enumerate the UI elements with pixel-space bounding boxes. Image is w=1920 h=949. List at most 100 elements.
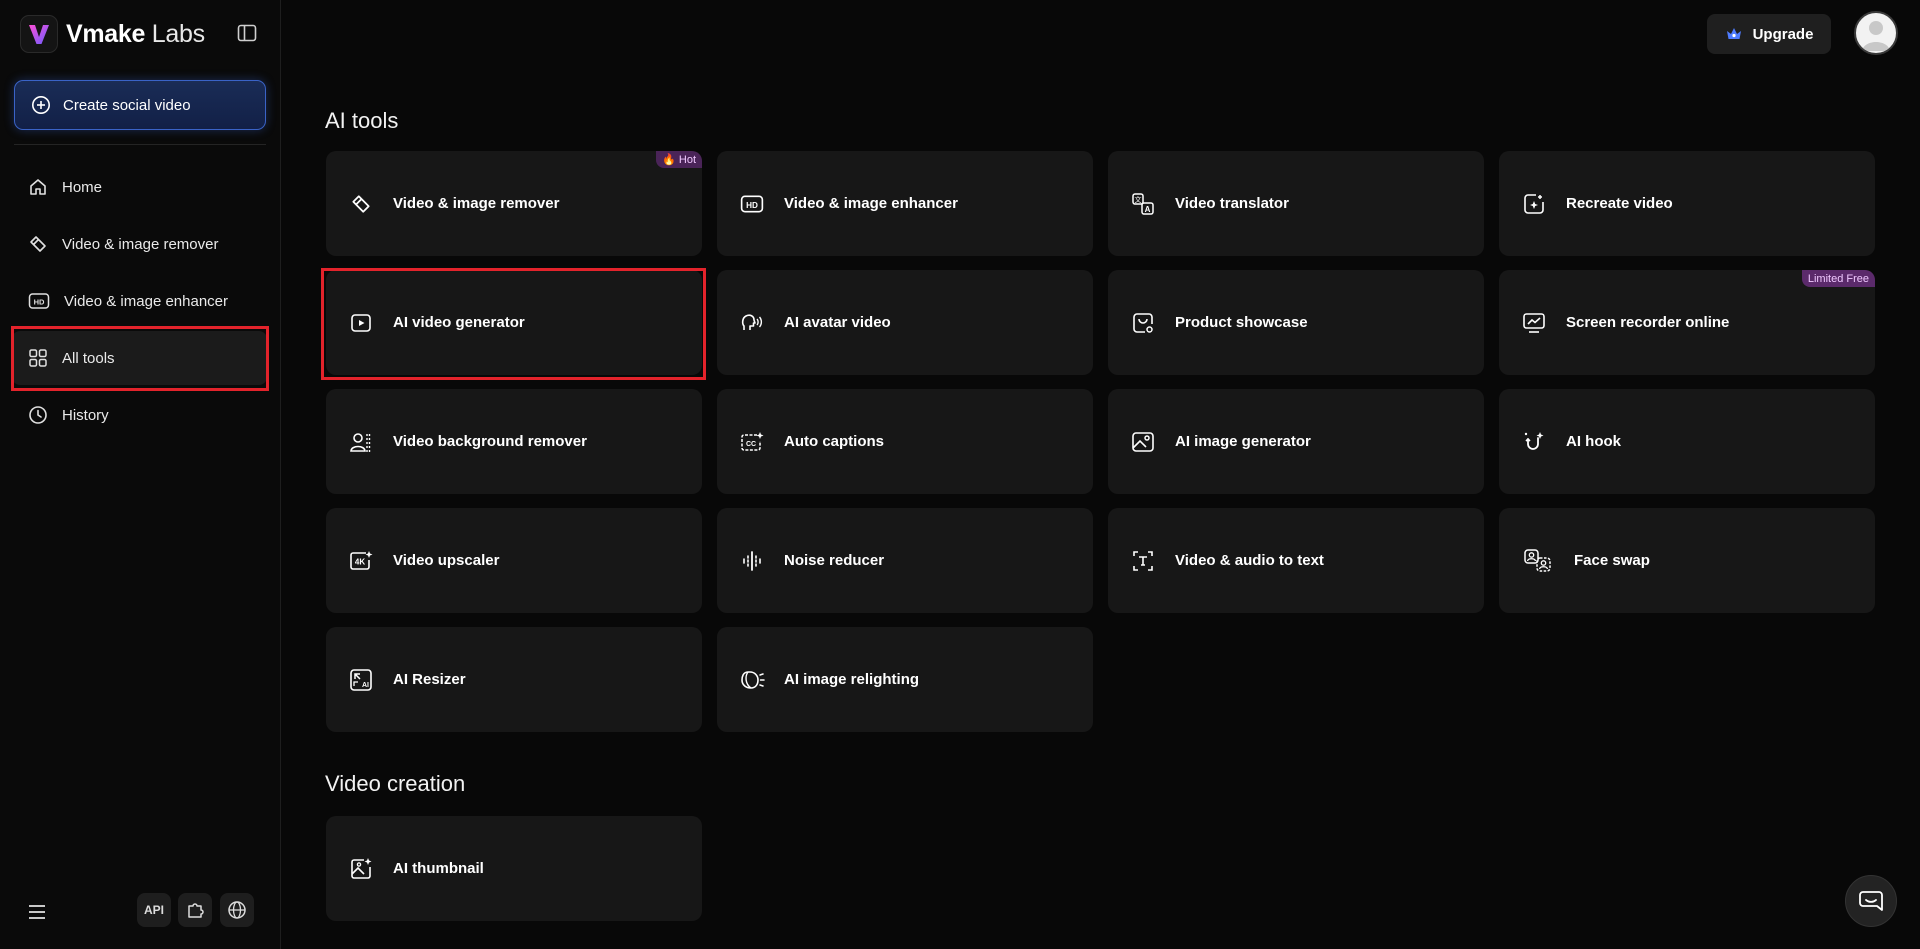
crown-icon — [1726, 28, 1741, 39]
user-avatar[interactable] — [1854, 11, 1898, 55]
svg-text:AI: AI — [362, 682, 369, 689]
tool-card-product-showcase[interactable]: Product showcase — [1108, 270, 1484, 375]
tool-card-video-audio-to-text[interactable]: Video & audio to text — [1108, 508, 1484, 613]
clock-icon — [29, 406, 47, 424]
chat-support-icon[interactable] — [1845, 875, 1897, 927]
eraser-icon — [30, 236, 46, 252]
tool-label: Video upscaler — [393, 552, 500, 569]
tool-label: Video translator — [1175, 195, 1289, 212]
tool-card-ai-thumbnail[interactable]: AI thumbnail — [326, 816, 702, 921]
tool-card-auto-captions[interactable]: CC Auto captions — [717, 389, 1093, 494]
hd-icon: HD — [739, 191, 765, 217]
logo[interactable]: Vmake Labs — [20, 14, 205, 54]
svg-text:CC: CC — [746, 441, 756, 448]
section-title-video-creation: Video creation — [325, 771, 466, 796]
tool-card-ai-avatar-video[interactable]: AI avatar video — [717, 270, 1093, 375]
create-social-video-label: Create social video — [63, 96, 191, 114]
tool-card-video-background-remover[interactable]: Video background remover — [326, 389, 702, 494]
tool-label: Video & image enhancer — [784, 195, 958, 212]
tool-label: AI video generator — [393, 314, 525, 331]
tool-label: AI thumbnail — [393, 860, 484, 877]
app-window: Vmake Labs Create social video Home Vide… — [0, 0, 1920, 949]
eraser-icon — [348, 191, 374, 217]
tool-label: AI avatar video — [784, 314, 891, 331]
4k-icon: 4K — [348, 548, 374, 574]
resize-icon: AI — [348, 667, 374, 693]
upgrade-button[interactable]: Upgrade — [1707, 14, 1831, 54]
tool-card-ai-video-generator[interactable]: AI video generator — [326, 270, 702, 375]
sidebar-divider — [14, 144, 266, 145]
tool-card-screen-recorder-online[interactable]: Screen recorder online Limited Free — [1499, 270, 1875, 375]
tool-label: Product showcase — [1175, 314, 1308, 331]
tool-card-ai-hook[interactable]: AI hook — [1499, 389, 1875, 494]
vmake-logo-icon — [20, 15, 58, 53]
tool-card-recreate-video[interactable]: Recreate video — [1499, 151, 1875, 256]
svg-text:HD: HD — [34, 298, 45, 307]
sidebar-item-label: All tools — [62, 349, 115, 367]
tool-card-ai-image-generator[interactable]: AI image generator — [1108, 389, 1484, 494]
logo-wordmark: Vmake Labs — [66, 19, 205, 48]
extension-puzzle-icon[interactable] — [178, 893, 212, 927]
sidebar-item-label: History — [62, 406, 109, 424]
sidebar-item-video-image-enhancer[interactable]: HD Video & image enhancer — [12, 274, 267, 328]
relight-icon — [739, 667, 765, 693]
tool-label: Video & image remover — [393, 195, 560, 212]
tool-label: Auto captions — [784, 433, 884, 450]
tool-card-face-swap[interactable]: Face swap — [1499, 508, 1875, 613]
tool-card-ai-image-relighting[interactable]: AI image relighting — [717, 627, 1093, 732]
hamburger-menu-icon[interactable] — [26, 901, 48, 923]
language-globe-icon[interactable] — [220, 893, 254, 927]
hot-badge: 🔥 Hot — [656, 151, 702, 168]
home-icon — [30, 179, 46, 195]
grid-icon — [29, 349, 47, 367]
sidebar-item-all-tools[interactable]: All tools — [12, 331, 267, 385]
sidebar-nav: Home Video & image remover HD Video & im… — [12, 160, 267, 445]
limited-free-badge: Limited Free — [1801, 270, 1875, 287]
tool-label: Video background remover — [393, 433, 587, 450]
api-button[interactable]: API — [137, 893, 171, 927]
plus-circle-icon — [32, 96, 50, 114]
sidebar-item-video-image-remover[interactable]: Video & image remover — [12, 217, 267, 271]
cc-icon: CC — [739, 429, 765, 455]
tool-card-noise-reducer[interactable]: Noise reducer — [717, 508, 1093, 613]
face-swap-icon — [1521, 548, 1555, 574]
thumbnail-icon — [348, 856, 374, 882]
tool-card-ai-resizer[interactable]: AI AI Resizer — [326, 627, 702, 732]
tool-card-video-upscaler[interactable]: 4K Video upscaler — [326, 508, 702, 613]
tool-label: AI image generator — [1175, 433, 1311, 450]
sidebar-footer: API — [0, 893, 281, 931]
translate-icon: 文A — [1130, 191, 1156, 217]
tool-label: Video & audio to text — [1175, 552, 1324, 569]
product-icon — [1130, 310, 1156, 336]
image-icon — [1130, 429, 1156, 455]
sidebar-item-label: Video & image remover — [62, 235, 219, 253]
tool-label: Noise reducer — [784, 552, 885, 569]
avatar-speak-icon — [739, 310, 765, 336]
tool-label: AI image relighting — [784, 671, 920, 688]
sidebar: Vmake Labs Create social video Home Vide… — [0, 0, 281, 949]
tool-card-video-translator[interactable]: 文A Video translator — [1108, 151, 1484, 256]
recreate-icon — [1521, 191, 1547, 217]
tool-card-video-image-enhancer[interactable]: HD Video & image enhancer — [717, 151, 1093, 256]
upgrade-label: Upgrade — [1752, 25, 1814, 43]
screen-chart-icon — [1521, 310, 1547, 336]
svg-text:HD: HD — [746, 200, 758, 209]
tool-label: AI hook — [1566, 433, 1621, 450]
hd-icon: HD — [28, 293, 50, 309]
play-icon — [348, 310, 374, 336]
svg-text:4K: 4K — [355, 557, 365, 566]
svg-text:文: 文 — [1135, 195, 1142, 204]
tool-card-video-image-remover[interactable]: Video & image remover 🔥 Hot — [326, 151, 702, 256]
person-bg-icon — [348, 429, 374, 455]
sidebar-toggle-icon[interactable] — [236, 22, 258, 44]
waveform-icon — [739, 548, 765, 574]
tool-label: Screen recorder online — [1566, 314, 1730, 331]
create-social-video-button[interactable]: Create social video — [14, 80, 266, 130]
text-cursor-icon — [1130, 548, 1156, 574]
tool-label: Face swap — [1574, 552, 1650, 569]
tool-label: Recreate video — [1566, 195, 1673, 212]
sidebar-item-home[interactable]: Home — [12, 160, 267, 214]
sidebar-item-history[interactable]: History — [12, 388, 267, 442]
svg-text:A: A — [1145, 205, 1151, 214]
sidebar-item-label: Video & image enhancer — [64, 292, 229, 310]
